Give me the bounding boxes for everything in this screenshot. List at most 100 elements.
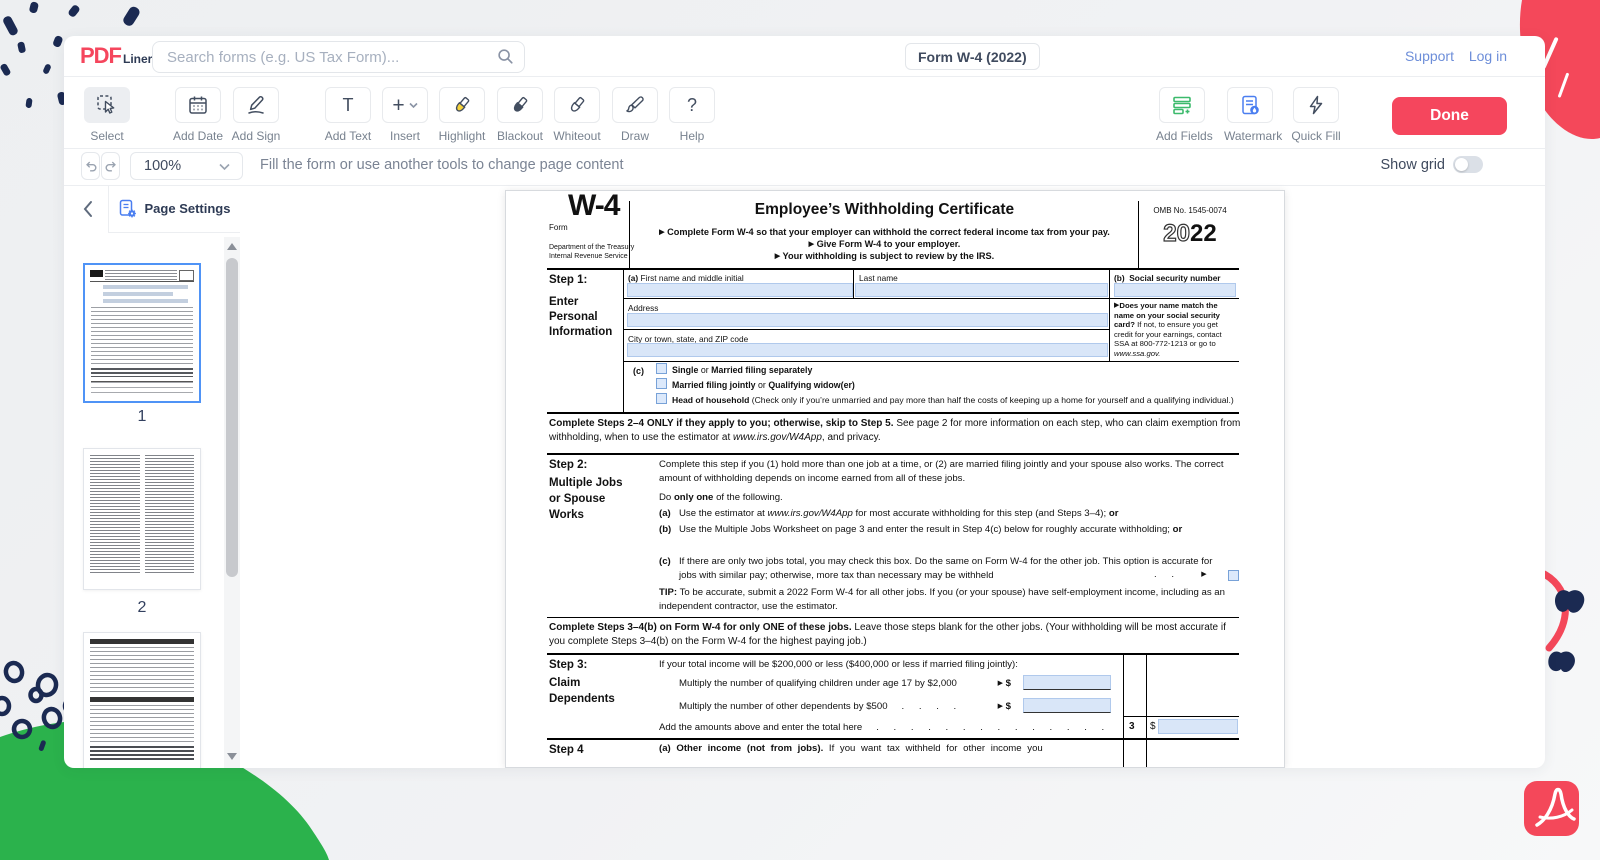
undo-button[interactable] [81,152,100,180]
whiteout-brush-icon [554,87,600,123]
collapse-sidebar-button[interactable] [76,197,100,221]
pdfliner-logo[interactable]: PDF Liner [80,43,152,69]
address-field[interactable] [627,313,1108,327]
redo-icon [104,159,118,173]
scroll-down-arrow[interactable] [227,753,237,760]
ssn-match-note: ▶Does your name match the name on your s… [1114,301,1238,359]
step2-label: Step 2: [549,458,587,472]
page-thumbnail-2[interactable] [83,448,201,590]
tool-quick-fill[interactable]: Quick Fill [1290,87,1342,143]
tool-add-fields[interactable]: Add Fields [1156,87,1208,143]
app-panel: PDF Liner Form W-4 (2022) Support Log in… [64,36,1545,768]
page-number-label: 1 [83,408,201,426]
tool-add-date[interactable]: Add Date [172,87,224,143]
sidebar-scrollbar[interactable] [224,237,240,768]
tool-add-text[interactable]: T Add Text [322,87,374,143]
ssn-label: Social security number [1129,273,1220,283]
married-jointly-checkbox[interactable] [656,378,667,389]
tool-select[interactable]: Select [81,87,133,143]
blackout-brush-icon [497,87,543,123]
form-bullet-3: ▶ Your withholding is subject to review … [633,250,1136,263]
tool-insert[interactable]: + Insert [379,87,431,143]
step1-name: Personal [549,310,598,324]
sidebar-header: Page Settings [64,185,240,233]
tool-highlight[interactable]: Highlight [436,87,488,143]
step4-label: Step 4 [549,743,584,757]
done-button[interactable]: Done [1392,97,1507,135]
tool-label: Insert [379,129,431,143]
single-checkbox[interactable] [656,363,667,374]
page-thumbnail-1[interactable] [83,263,201,403]
tool-add-sign[interactable]: Add Sign [230,87,282,143]
search-input[interactable] [165,42,489,72]
logo-liner-text: Liner [123,52,152,66]
step2-option-c: If there are only two jobs total, you ma… [679,555,1219,583]
plus-icon: + [382,87,428,123]
navy-blob-right-2 [1548,651,1575,672]
tool-watermark[interactable]: Watermark [1224,87,1276,143]
calendar-icon [175,87,221,123]
arrow-icon: ▶ [998,703,1003,710]
support-link[interactable]: Support [1405,48,1454,64]
tool-label: Add Text [322,129,374,143]
highlight-brush-icon [439,87,485,123]
row-number-3: 3 [1129,720,1135,734]
step3-name: Dependents [549,692,615,706]
pdf-logo-icon [1524,781,1579,836]
step3-other-dependents-line: Multiply the number of other dependents … [679,700,1011,714]
omb-number: OMB No. 1545-0074 [1141,204,1239,218]
document-title-badge: Form W-4 (2022) [905,43,1040,70]
lightning-bolt-icon [1293,87,1339,123]
page-number-label: 2 [83,599,201,617]
city-field[interactable] [627,343,1108,357]
tool-blackout[interactable]: Blackout [494,87,546,143]
page-settings-icon [118,199,138,219]
scrollbar-thumb[interactable] [226,258,238,577]
tool-whiteout[interactable]: Whiteout [551,87,603,143]
app-header: PDF Liner Form W-4 (2022) Support Log in [64,36,1545,77]
step3-total-line: Add the amounts above and enter the tota… [659,721,1117,735]
login-link[interactable]: Log in [1469,48,1507,64]
head-of-household-checkbox[interactable] [656,393,667,404]
logo-pdf-text: PDF [80,43,121,69]
search-bar[interactable] [152,41,525,73]
tool-draw[interactable]: Draw [609,87,661,143]
first-name-field[interactable] [627,283,853,297]
ssn-field[interactable] [1114,283,1236,297]
arrow-icon: ▶ [775,253,780,260]
step4-option-a: (a) Other income (not from jobs). If you… [659,742,1239,756]
draw-brush-icon [612,87,658,123]
steps-2-4-note: Complete Steps 2–4 ONLY if they apply to… [549,417,1241,445]
arrow-icon: ▶ [809,241,814,248]
page-thumbnail-3[interactable] [83,632,201,768]
arrow-icon: ▶ [998,680,1003,687]
zoom-select[interactable]: 100% [130,152,243,180]
tool-help[interactable]: ? Help [666,87,718,143]
w4-document-page: Form W-4 Department of the Treasury Inte… [505,190,1285,768]
page-settings-button[interactable]: Page Settings [108,185,240,233]
step2-name: Multiple Jobs [549,476,622,490]
two-jobs-checkbox[interactable] [1228,570,1239,581]
qualifying-children-amount-field[interactable] [1023,675,1111,690]
step3-label: Step 3: [549,658,587,672]
chevron-left-icon [82,200,94,218]
tool-label: Quick Fill [1290,129,1342,143]
redo-button[interactable] [101,152,120,180]
tool-label: Add Sign [230,129,282,143]
signature-pen-icon [233,87,279,123]
add-fields-icon [1159,87,1205,123]
step3-total-field[interactable] [1158,719,1238,734]
other-dependents-amount-field[interactable] [1023,698,1111,713]
form-word: Form [549,221,568,235]
tool-label: Whiteout [551,129,603,143]
show-grid-toggle[interactable] [1453,156,1483,173]
tool-label: Watermark [1224,129,1276,143]
watermark-icon [1227,87,1273,123]
last-name-field[interactable] [855,283,1108,297]
step2-name: Works [549,508,584,522]
form-year: 2022 [1141,219,1239,249]
scroll-up-arrow[interactable] [227,243,237,250]
tool-label: Add Date [172,129,224,143]
step2-intro: Complete this step if you (1) hold more … [659,458,1239,486]
dept-line-1: Department of the Treasury [549,243,634,252]
